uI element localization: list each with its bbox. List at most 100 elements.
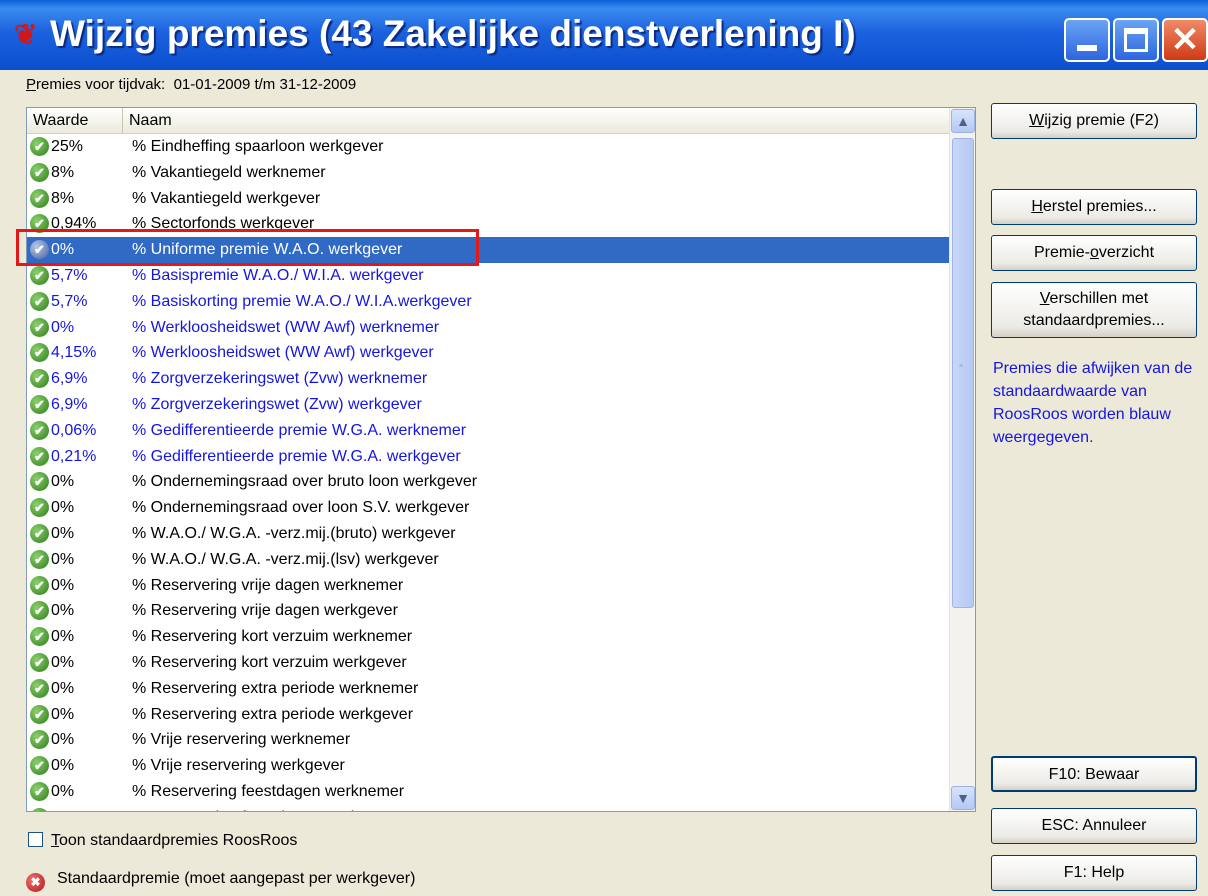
- premium-value: 0,21%: [51, 447, 97, 465]
- checkbox-accesskey: T: [51, 832, 59, 849]
- maximize-button[interactable]: [1113, 18, 1159, 62]
- table-row[interactable]: ✔ 0% % Reservering vrije dagen werknemer: [27, 573, 949, 599]
- differences-label-line2: standaardpremies...: [1023, 312, 1165, 329]
- column-header-waarde[interactable]: Waarde: [27, 108, 123, 133]
- table-row[interactable]: ✔0% % Reservering feestdagen werkgever: [27, 805, 949, 811]
- help-button[interactable]: F1: Help: [991, 855, 1197, 891]
- table-row[interactable]: ✔ 0% % Vrije reservering werkgever: [27, 753, 949, 779]
- table-row[interactable]: ✔ 5,7% % Basispremie W.A.O./ W.I.A. werkge…: [27, 263, 949, 289]
- table-row[interactable]: ✔ 0,06% % Gedifferentieerde premie W.G.A. …: [27, 418, 949, 444]
- premium-name: % Reservering extra periode werknemer: [132, 679, 419, 697]
- list-header: Waarde Naam: [27, 108, 949, 134]
- table-row[interactable]: ✔ 0% % Reservering extra periode werknemer: [27, 676, 949, 702]
- cancel-button[interactable]: ESC: Annuleer: [991, 808, 1197, 844]
- show-standard-premiums-checkbox[interactable]: [28, 832, 43, 847]
- premium-value: 0%: [51, 679, 75, 697]
- close-icon: ✕: [1170, 21, 1200, 59]
- premium-name: % Basispremie W.A.O./ W.I.A. werkgever: [132, 266, 424, 284]
- premium-name: % Ondernemingsraad over bruto loon werkg…: [132, 473, 478, 491]
- check-ok-icon: ✔: [30, 730, 49, 750]
- window-title: Wijzig premies (43 Zakelijke dienstverle…: [50, 13, 856, 54]
- table-row[interactable]: ✔ 0,21% % Gedifferentieerde premie W.G.A. …: [27, 444, 949, 470]
- check-ok-icon: ✔: [30, 446, 49, 466]
- vertical-scrollbar[interactable]: ▲ ≡ ▼: [949, 108, 975, 811]
- differences-label-line1: erschillen met: [1049, 290, 1149, 307]
- maximize-icon: [1124, 28, 1148, 52]
- table-row[interactable]: ✔ 8% % Vakantiegeld werknemer: [27, 160, 949, 186]
- table-row[interactable]: ✔ 0% % W.A.O./ W.G.A. -verz.mij.(lsv) werk…: [27, 547, 949, 573]
- premium-value: 8%: [51, 163, 75, 181]
- check-ok-icon: ✔: [30, 369, 49, 389]
- table-row[interactable]: ✔ 0% % W.A.O./ W.G.A. -verz.mij.(bruto) we…: [27, 521, 949, 547]
- check-ok-icon: ✔: [30, 291, 49, 311]
- standard-premium-legend: ✖ Standaardpremie (moet aangepast per wer…: [26, 870, 415, 892]
- scroll-down-button[interactable]: ▼: [951, 786, 975, 810]
- premium-name: % Vakantiegeld werknemer: [132, 163, 326, 181]
- premium-value: 0%: [51, 782, 75, 800]
- table-row[interactable]: ✔ 0% % Vrije reservering werknemer: [27, 727, 949, 753]
- minimize-button[interactable]: [1064, 18, 1110, 62]
- edit-premium-button[interactable]: Wijzig premie (F2): [991, 103, 1197, 139]
- restore-premiums-accesskey: H: [1031, 198, 1043, 215]
- differences-accesskey: V: [1039, 290, 1050, 307]
- check-ok-icon: ✔: [30, 549, 49, 569]
- check-ok-icon: ✔: [30, 394, 49, 414]
- show-standard-premiums-checkbox-row[interactable]: Toon standaardpremies RoosRoos: [28, 832, 297, 850]
- table-row[interactable]: ✔ 6,9% % Zorgverzekeringswet (Zvw) werknem…: [27, 366, 949, 392]
- table-row[interactable]: ✔ 5,7% % Basiskorting premie W.A.O./ W.I.A…: [27, 289, 949, 315]
- scroll-up-button[interactable]: ▲: [951, 109, 975, 133]
- check-ok-icon: ✔: [30, 498, 49, 518]
- table-row[interactable]: ✔ 4,15% % Werkloosheidswet (WW Awf) werkge…: [27, 340, 949, 366]
- title-bar[interactable]: ❦ Wijzig premies (43 Zakelijke dienstver…: [0, 0, 1208, 70]
- differences-standard-button[interactable]: Verschillen met standaardpremies...: [991, 282, 1197, 338]
- column-header-naam[interactable]: Naam: [123, 108, 949, 133]
- period-label-text: remies voor tijdvak:: [36, 76, 166, 93]
- premium-name: % Reservering feestdagen werknemer: [132, 782, 405, 800]
- check-ok-icon: ✔: [30, 265, 49, 285]
- table-row[interactable]: ✔ 0% % Reservering vrije dagen werkgever: [27, 598, 949, 624]
- check-ok-icon: ✔: [30, 472, 49, 492]
- check-ok-icon: ✔: [30, 704, 49, 724]
- table-row[interactable]: ✔ 0% % Ondernemingsraad over bruto loon we…: [27, 469, 949, 495]
- premium-value: 0%: [51, 550, 75, 568]
- table-row[interactable]: ✔ 0% % Ondernemingsraad over loon S.V. wer…: [27, 495, 949, 521]
- check-ok-icon: ✔: [30, 162, 49, 182]
- error-icon: ✖: [26, 873, 45, 892]
- scroll-thumb[interactable]: ≡: [952, 138, 974, 608]
- app-logo-icon: ❦: [14, 19, 38, 50]
- legend-text: Standaardpremie (moet aangepast per werk…: [57, 870, 416, 887]
- premium-name: % Gedifferentieerde premie W.G.A. werkge…: [132, 447, 461, 465]
- check-ok-icon: ✔: [30, 317, 49, 337]
- premium-name: % Vrije reservering werknemer: [132, 731, 351, 749]
- premium-value: 0%: [51, 576, 75, 594]
- period-label-accesskey: P: [26, 76, 37, 93]
- premium-name: % Werkloosheidswet (WW Awf) werkgever: [132, 344, 434, 362]
- restore-premiums-button[interactable]: Herstel premies...: [991, 189, 1197, 225]
- table-row[interactable]: ✔ 0% % Reservering kort verzuim werknemer: [27, 624, 949, 650]
- premium-value: 5,7%: [51, 266, 88, 284]
- check-ok-icon: ✔: [30, 601, 49, 621]
- check-ok-icon: ✔: [30, 678, 49, 698]
- table-row[interactable]: ✔ 0% % Reservering kort verzuim werkgever: [27, 650, 949, 676]
- table-row[interactable]: ✔ 8% % Vakantiegeld werkgever: [27, 186, 949, 212]
- table-row[interactable]: ✔ 25% % Eindheffing spaarloon werkgever: [27, 134, 949, 160]
- check-ok-icon: ✔: [30, 137, 49, 156]
- check-ok-icon: ✔: [30, 188, 49, 208]
- premium-value: 0,06%: [51, 421, 97, 439]
- close-button[interactable]: ✕: [1162, 18, 1208, 62]
- table-row[interactable]: ✔ 0% % Reservering extra periode werkgever: [27, 702, 949, 728]
- table-row[interactable]: ✔ 0% % Reservering feestdagen werknemer: [27, 779, 949, 805]
- premium-name: % Reservering kort verzuim werknemer: [132, 628, 413, 646]
- table-row[interactable]: ✔ 0% % Werkloosheidswet (WW Awf) werknemer: [27, 315, 949, 341]
- edit-premium-accesskey: W: [1029, 112, 1045, 129]
- table-row[interactable]: ✔ 6,9% % Zorgverzekeringswet (Zvw) werkgev…: [27, 392, 949, 418]
- check-ok-icon: ✔: [30, 575, 49, 595]
- premium-value: 0%: [51, 757, 75, 775]
- save-button[interactable]: F10: Bewaar: [991, 756, 1197, 792]
- premium-value: 0%: [51, 731, 75, 749]
- premium-list[interactable]: Waarde Naam ✔ 25%% Eindheffing spaarloon …: [26, 107, 976, 812]
- scroll-grip-icon: ≡: [959, 363, 964, 370]
- check-ok-icon: ✔: [30, 652, 49, 672]
- premium-overview-button[interactable]: Premie-overzicht: [991, 235, 1197, 271]
- premium-name: % Vrije reservering werkgever: [132, 757, 345, 775]
